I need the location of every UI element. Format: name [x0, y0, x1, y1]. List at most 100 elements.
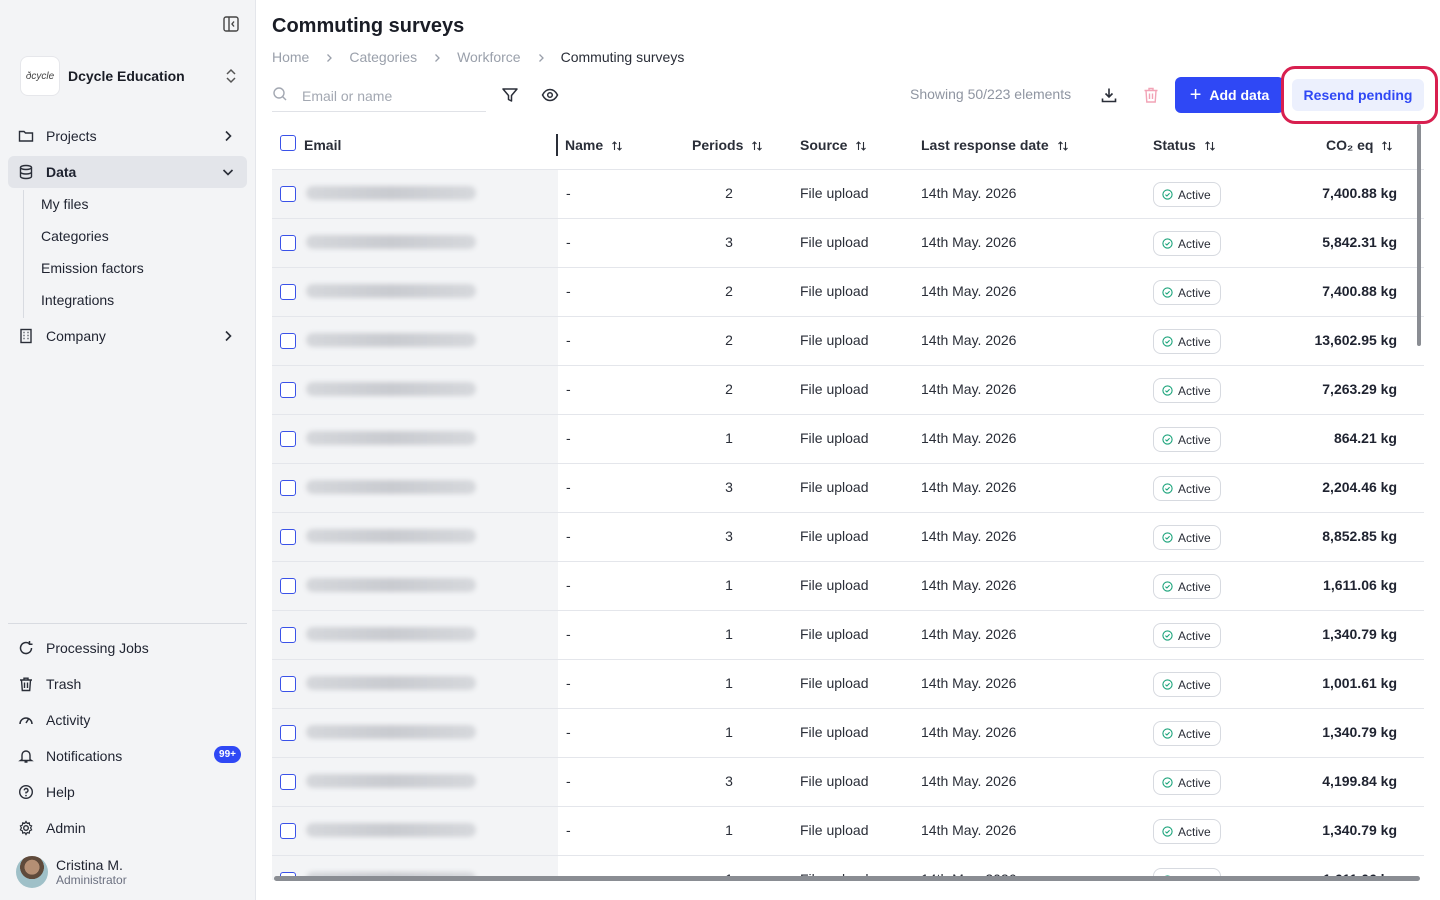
column-header-status[interactable]: Status: [1153, 137, 1216, 153]
table-row[interactable]: - 2 File upload 14th May. 2026 Active 7,263.2…: [272, 366, 1424, 415]
breadcrumb-categories[interactable]: Categories: [349, 49, 417, 65]
row-checkbox[interactable]: [280, 578, 296, 594]
table-row[interactable]: - 1 File upload 14th May. 2026 Active 1,340.7…: [272, 709, 1424, 758]
delete-icon[interactable]: [1141, 85, 1161, 105]
check-circle-icon: [1162, 336, 1173, 347]
column-header-email[interactable]: Email: [304, 137, 341, 153]
redacted-email: [306, 578, 476, 592]
column-header-source[interactable]: Source: [800, 137, 867, 153]
periods-cell: 1: [725, 675, 733, 691]
redacted-email: [306, 431, 476, 445]
sidebar-item-help[interactable]: Help: [8, 776, 247, 808]
sort-icon: [751, 139, 763, 151]
column-header-last-response-date[interactable]: Last response date: [921, 137, 1069, 153]
periods-cell: 3: [725, 528, 733, 544]
sidebar-item-trash[interactable]: Trash: [8, 668, 247, 700]
table-row[interactable]: - 3 File upload 14th May. 2026 Active 4,199.8…: [272, 758, 1424, 807]
row-checkbox[interactable]: [280, 823, 296, 839]
sidebar-item-company[interactable]: Company: [8, 320, 247, 352]
column-resize-handle[interactable]: [556, 134, 558, 156]
filter-icon[interactable]: [500, 85, 520, 105]
check-circle-icon: [1162, 238, 1173, 249]
sidebar-item-label: Trash: [46, 676, 82, 692]
row-checkbox[interactable]: [280, 480, 296, 496]
sidebar-item-activity[interactable]: Activity: [8, 704, 247, 736]
column-label: Periods: [692, 137, 744, 153]
sidebar-subitem-emission-factors[interactable]: Emission factors: [41, 258, 144, 278]
search-box: [272, 80, 486, 112]
source-cell: File upload: [800, 577, 869, 593]
status-label: Active: [1178, 334, 1211, 349]
breadcrumb-home[interactable]: Home: [272, 49, 309, 65]
column-header-periods[interactable]: Periods: [692, 137, 763, 153]
row-checkbox[interactable]: [280, 676, 296, 692]
table-row[interactable]: - 1 File upload 14th May. 2026 Active 1,611.0…: [272, 562, 1424, 611]
database-icon: [18, 164, 34, 180]
sidebar-item-data[interactable]: Data: [8, 156, 247, 188]
vertical-scrollbar[interactable]: [1417, 124, 1421, 346]
row-checkbox[interactable]: [280, 284, 296, 300]
row-checkbox[interactable]: [280, 725, 296, 741]
row-checkbox[interactable]: [280, 529, 296, 545]
sidebar-item-notifications[interactable]: Notifications 99+: [8, 740, 247, 772]
horizontal-scrollbar[interactable]: [274, 876, 1420, 881]
organization-switcher[interactable]: ðcycle Dcycle Education: [20, 56, 246, 96]
name-cell: -: [566, 332, 571, 348]
redacted-email: [306, 284, 476, 298]
sidebar-divider: [8, 623, 247, 624]
last-response-date-cell: 14th May. 2026: [921, 773, 1017, 789]
row-checkbox[interactable]: [280, 186, 296, 202]
sidebar-subitem-integrations[interactable]: Integrations: [41, 290, 114, 310]
sidebar-item-admin[interactable]: Admin: [8, 812, 247, 844]
table-row[interactable]: - 1 File upload 14th May. 2026 Active 1,340.7…: [272, 807, 1424, 856]
row-checkbox[interactable]: [280, 382, 296, 398]
resend-pending-button[interactable]: Resend pending: [1292, 79, 1424, 111]
sidebar-item-processing-jobs[interactable]: Processing Jobs: [8, 632, 247, 664]
table-row[interactable]: - 3 File upload 14th May. 2026 Active 8,852.8…: [272, 513, 1424, 562]
table-row[interactable]: - 3 File upload 14th May. 2026 Active 5,842.3…: [272, 219, 1424, 268]
row-checkbox[interactable]: [280, 774, 296, 790]
eye-icon[interactable]: [540, 85, 560, 105]
table-row[interactable]: - 2 File upload 14th May. 2026 Active 13,602.…: [272, 317, 1424, 366]
sidebar-subitem-categories[interactable]: Categories: [41, 226, 109, 246]
row-checkbox[interactable]: [280, 627, 296, 643]
gear-icon: [18, 820, 34, 836]
status-label: Active: [1178, 530, 1211, 545]
search-input[interactable]: [302, 87, 482, 104]
row-checkbox[interactable]: [280, 333, 296, 349]
co2-cell: 1,340.79 kg: [1322, 724, 1397, 740]
periods-cell: 3: [725, 773, 733, 789]
table-row[interactable]: - 1 File upload 14th May. 2026 Active 1,001.6…: [272, 660, 1424, 709]
co2-cell: 7,400.88 kg: [1322, 185, 1397, 201]
table-row[interactable]: - 2 File upload 14th May. 2026 Active 7,400.8…: [272, 170, 1424, 219]
redacted-email: [306, 333, 476, 347]
source-cell: File upload: [800, 185, 869, 201]
table-row[interactable]: - 2 File upload 14th May. 2026 Active 7,400.8…: [272, 268, 1424, 317]
sidebar-item-projects[interactable]: Projects: [8, 120, 247, 152]
status-badge: Active: [1153, 231, 1221, 256]
add-data-label: Add data: [1209, 87, 1270, 103]
add-data-button[interactable]: + Add data: [1175, 77, 1284, 113]
row-checkbox[interactable]: [280, 431, 296, 447]
email-cell: [272, 464, 558, 512]
breadcrumb-workforce[interactable]: Workforce: [457, 49, 521, 65]
download-icon[interactable]: [1099, 85, 1119, 105]
last-response-date-cell: 14th May. 2026: [921, 332, 1017, 348]
table-row[interactable]: - 3 File upload 14th May. 2026 Active 2,204.4…: [272, 464, 1424, 513]
check-circle-icon: [1162, 532, 1173, 543]
email-cell: [272, 219, 558, 267]
user-profile[interactable]: Cristina M. Administrator: [16, 856, 127, 888]
status-badge: Active: [1153, 280, 1221, 305]
row-checkbox[interactable]: [280, 235, 296, 251]
table-row[interactable]: - 1 File upload 14th May. 2026 Active 1,340.7…: [272, 611, 1424, 660]
select-all-checkbox[interactable]: [280, 135, 296, 151]
column-header-name[interactable]: Name: [565, 137, 623, 153]
chevron-right-icon: [323, 51, 335, 63]
sort-icon: [1381, 139, 1393, 151]
column-header-co2[interactable]: CO₂ eq: [1326, 137, 1393, 153]
source-cell: File upload: [800, 283, 869, 299]
collapse-sidebar-icon[interactable]: [222, 15, 240, 33]
table-row[interactable]: - 1 File upload 14th May. 2026 Active 864.21 …: [272, 415, 1424, 464]
source-cell: File upload: [800, 528, 869, 544]
sidebar-subitem-my-files[interactable]: My files: [41, 194, 88, 214]
